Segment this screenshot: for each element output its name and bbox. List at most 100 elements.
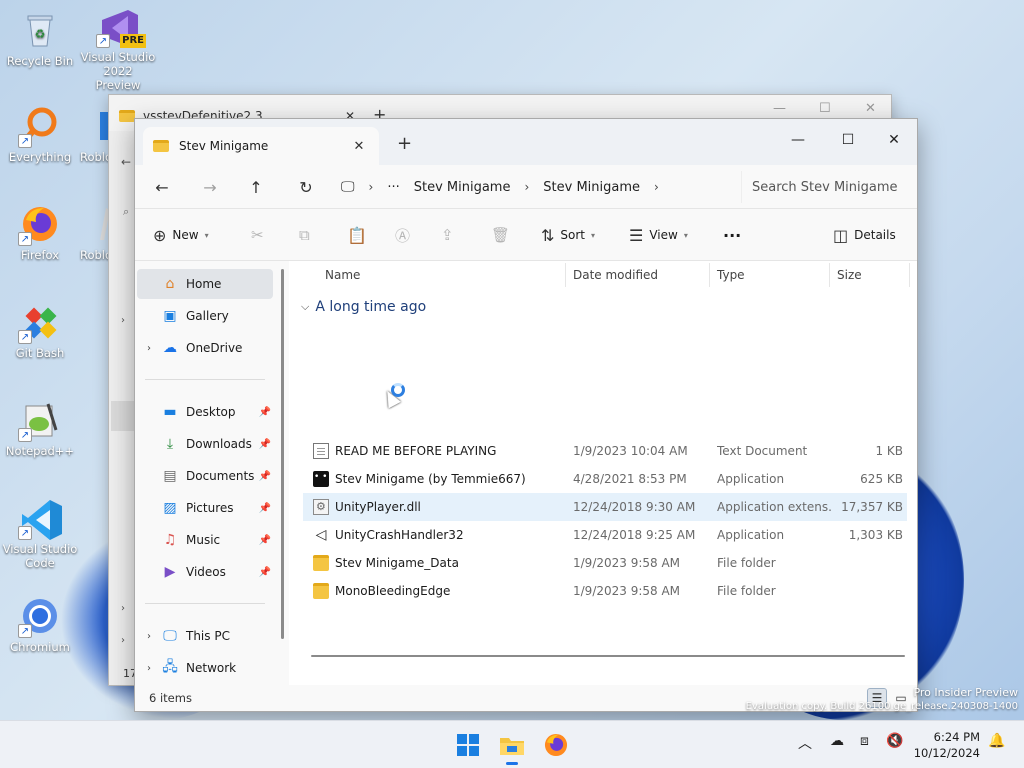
sidebar-item-onedrive[interactable]: › ☁ OneDrive (137, 333, 273, 363)
breadcrumb-overflow[interactable]: ··· (387, 180, 399, 195)
desktop-icon-roblox-studio[interactable]: Roblo (66, 204, 114, 262)
column-divider[interactable] (709, 263, 710, 287)
cloud-off-icon[interactable]: ☁ (830, 733, 844, 749)
chevron-up-icon[interactable]: ︿ (798, 733, 812, 753)
maximize-icon[interactable]: ☐ (819, 101, 831, 116)
file-explorer-window[interactable]: Stev Minigame ✕ + — ☐ ✕ ← → ↑ ↻ 🖵 › ··· … (134, 118, 918, 712)
chevron-right-icon[interactable]: › (147, 663, 161, 674)
desktop-icon-chromium[interactable]: ↗ Chromium (2, 596, 78, 654)
close-button[interactable]: ✕ (871, 125, 917, 155)
chevron-right-icon[interactable]: › (369, 180, 374, 194)
start-button[interactable] (452, 729, 484, 761)
desktop-icon-recycle-bin[interactable]: ♻ Recycle Bin (2, 10, 78, 68)
sidebar-item-music[interactable]: ♫ Music 📌 (137, 525, 273, 555)
sidebar-item-desktop[interactable]: ▬ Desktop 📌 (137, 397, 273, 427)
search-box[interactable]: Search Stev Minigame (741, 171, 909, 203)
column-divider[interactable] (565, 263, 566, 287)
column-divider[interactable] (909, 263, 910, 287)
share-button[interactable]: ⇪ (441, 221, 454, 249)
breadcrumb-item[interactable]: Stev Minigame (414, 180, 511, 195)
minimize-button[interactable]: — (775, 125, 821, 155)
column-divider[interactable] (829, 263, 830, 287)
network-status-icon[interactable]: ⧈ (860, 733, 869, 749)
pin-icon[interactable]: 📌 (259, 439, 271, 450)
pin-icon[interactable]: 📌 (259, 503, 271, 514)
desktop-icon-notepad-plus-plus[interactable]: ↗ Notepad++ (2, 400, 78, 458)
navigation-pane: ⌂ Home ▣ Gallery › ☁ OneDrive ▬ Desktop … (135, 261, 283, 687)
new-tab-icon[interactable]: + (397, 133, 412, 154)
sidebar-item-videos[interactable]: ▶ Videos 📌 (137, 557, 273, 587)
sidebar-item-network[interactable]: › 🖧 Network (137, 653, 273, 683)
sidebar-item-gallery[interactable]: ▣ Gallery (137, 301, 273, 331)
desktop-icon-vscode[interactable]: ↗ Visual Studio Code (2, 498, 78, 570)
chevron-right-icon[interactable]: › (524, 180, 529, 194)
pin-icon[interactable]: 📌 (259, 471, 271, 482)
sidebar-scrollbar[interactable] (281, 269, 284, 639)
desktop-icon-git-bash[interactable]: ↗ Git Bash (2, 302, 78, 360)
pin-icon[interactable]: 📌 (259, 535, 271, 546)
table-row[interactable]: Stev Minigame (by Temmie667) 4/28/2021 8… (303, 465, 907, 493)
pin-icon[interactable]: 📌 (259, 407, 271, 418)
sidebar-item-pictures[interactable]: ▨ Pictures 📌 (137, 493, 273, 523)
back-button[interactable]: ← (147, 173, 177, 201)
table-row[interactable]: ◁ UnityCrashHandler32 12/24/2018 9:25 AM… (303, 521, 907, 549)
breadcrumb-item[interactable]: Stev Minigame (543, 180, 640, 195)
cut-button[interactable]: ✂ (251, 221, 264, 249)
folder-icon (119, 110, 135, 122)
close-icon[interactable]: ✕ (865, 101, 876, 116)
forward-button[interactable]: → (195, 173, 225, 201)
pin-icon[interactable]: 📌 (259, 567, 271, 578)
chevron-right-icon[interactable]: › (654, 180, 659, 194)
chevron-right-icon[interactable]: › (147, 631, 161, 642)
column-header-size[interactable]: Size (837, 261, 862, 289)
taskbar: ︿ ☁ ⧈ 🔇 6:24 PM 10/12/2024 🔔 (0, 720, 1024, 768)
up-button[interactable]: ↑ (241, 173, 271, 201)
sidebar-item-this-pc[interactable]: › 🖵 This PC (137, 621, 273, 651)
table-row[interactable]: MonoBleedingEdge 1/9/2023 9:58 AM File f… (303, 577, 907, 605)
view-button[interactable]: ☰ View ▾ (629, 221, 688, 249)
column-header-date-modified[interactable]: Date modified (573, 261, 658, 289)
tab-stev-minigame[interactable]: Stev Minigame ✕ (143, 127, 379, 165)
close-tab-icon[interactable]: ✕ (349, 139, 369, 154)
volume-off-icon[interactable]: 🔇 (886, 733, 903, 749)
table-row[interactable]: READ ME BEFORE PLAYING 1/9/2023 10:04 AM… (303, 437, 907, 465)
file-type: Application extens... (717, 500, 833, 514)
table-row[interactable]: Stev Minigame_Data 1/9/2023 9:58 AM File… (303, 549, 907, 577)
column-header-name[interactable]: Name (325, 261, 360, 289)
chevron-right-icon[interactable]: › (147, 343, 161, 354)
table-row[interactable]: UnityPlayer.dll 12/24/2018 9:30 AM Appli… (303, 493, 907, 521)
sidebar-item-documents[interactable]: ▤ Documents 📌 (137, 461, 273, 491)
sidebar-item-home[interactable]: ⌂ Home (137, 269, 273, 299)
horizontal-scrollbar[interactable] (311, 655, 905, 657)
maximize-button[interactable]: ☐ (825, 125, 871, 155)
group-header[interactable]: ⌵ A long time ago (301, 295, 426, 319)
details-button[interactable]: ◫ Details (833, 221, 896, 249)
computer-icon[interactable]: 🖵 (341, 179, 355, 195)
refresh-button[interactable]: ↻ (291, 173, 321, 201)
sidebar-divider (145, 379, 265, 380)
copy-button[interactable]: ⧉ (299, 221, 310, 249)
sidebar-item-downloads[interactable]: ⤓ Downloads 📌 (137, 429, 273, 459)
system-clock[interactable]: 6:24 PM 10/12/2024 (914, 729, 980, 761)
search-icon: ⌕ (123, 205, 130, 218)
taskbar-file-explorer[interactable] (496, 729, 528, 765)
new-button[interactable]: ⊕ New ▾ (153, 221, 209, 249)
sort-button[interactable]: ⇅ Sort ▾ (541, 221, 595, 249)
notification-bell-icon[interactable]: 🔔 (988, 733, 1005, 749)
minimize-icon[interactable]: — (773, 101, 786, 116)
file-name: UnityPlayer.dll (335, 500, 421, 514)
taskbar-firefox[interactable] (540, 729, 572, 761)
rename-icon: Ⓐ (395, 226, 411, 245)
file-date: 1/9/2023 9:58 AM (573, 556, 681, 570)
paste-button[interactable]: 📋 (347, 221, 367, 249)
rename-button[interactable]: Ⓐ (395, 221, 410, 249)
column-header-type[interactable]: Type (717, 261, 745, 289)
file-name-cell: UnityPlayer.dll (313, 493, 563, 521)
start-icon (457, 734, 479, 756)
breadcrumb[interactable]: 🖵 › ··· Stev Minigame › Stev Minigame › (341, 173, 741, 201)
more-options-button[interactable]: ··· (723, 221, 741, 249)
desktop-icon-visual-studio[interactable]: PRE ↗ Visual Studio 2022 Preview (80, 6, 156, 92)
delete-button[interactable]: 🗑 (491, 221, 510, 249)
desktop-icon-roblox[interactable]: Roblo (66, 106, 114, 164)
file-type: Application (717, 472, 785, 486)
